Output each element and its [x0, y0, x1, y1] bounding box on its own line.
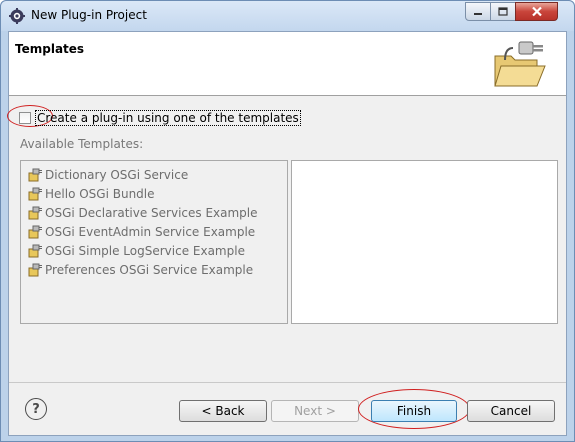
help-icon[interactable]: ? [25, 398, 47, 420]
close-icon [531, 6, 542, 17]
list-item[interactable]: Dictionary OSGi Service [27, 166, 188, 184]
list-item[interactable]: OSGi Declarative Services Example [27, 204, 258, 222]
minimize-button[interactable] [465, 2, 491, 21]
button-bar-divider [9, 382, 566, 383]
plug-in-folder-icon [494, 41, 546, 87]
plug-in-icon [28, 168, 42, 182]
cancel-button[interactable]: Cancel [467, 400, 555, 422]
use-template-checkbox[interactable] [19, 112, 31, 124]
back-button-label: < Back [201, 404, 245, 418]
finish-button[interactable]: Finish [371, 400, 457, 422]
template-description-pane [291, 160, 558, 324]
close-button[interactable] [515, 2, 558, 21]
cancel-button-label: Cancel [490, 404, 532, 418]
plug-in-icon [28, 263, 42, 277]
list-item[interactable]: OSGi Simple LogService Example [27, 242, 245, 260]
wizard-header: Templates [9, 32, 566, 96]
page-title: Templates [15, 42, 85, 56]
dialog-window: New Plug-in Project Templates Create a p… [0, 0, 575, 442]
dialog-body: Templates Create a plug-in using one of … [7, 31, 567, 436]
plug-in-icon [28, 206, 42, 220]
template-name: OSGi Simple LogService Example [45, 244, 245, 258]
title-bar[interactable]: New Plug-in Project [1, 1, 574, 31]
window-title: New Plug-in Project [31, 8, 147, 22]
template-name: Preferences OSGi Service Example [45, 263, 254, 277]
plug-in-icon [28, 244, 42, 258]
plug-in-icon [28, 187, 42, 201]
template-name: Dictionary OSGi Service [45, 168, 189, 182]
finish-button-label: Finish [396, 404, 432, 418]
template-name: Hello OSGi Bundle [45, 187, 155, 201]
list-item[interactable]: OSGi EventAdmin Service Example [27, 223, 255, 241]
back-button[interactable]: < Back [179, 400, 267, 422]
minimize-icon [474, 12, 482, 15]
eclipse-gear-icon [9, 8, 25, 24]
next-button[interactable]: Next > [271, 400, 359, 422]
list-item[interactable]: Hello OSGi Bundle [27, 185, 155, 203]
template-name: OSGi EventAdmin Service Example [45, 225, 256, 239]
plug-in-icon [28, 225, 42, 239]
maximize-icon [498, 7, 508, 16]
available-templates-label: Available Templates: [20, 137, 144, 151]
list-item[interactable]: Preferences OSGi Service Example [27, 261, 253, 279]
template-name: OSGi Declarative Services Example [45, 206, 258, 220]
maximize-button[interactable] [490, 2, 516, 21]
template-list[interactable]: Dictionary OSGi Service Hello OSGi Bundl… [20, 160, 288, 324]
next-button-label: Next > [294, 404, 336, 418]
use-template-checkbox-label[interactable]: Create a plug-in using one of the templa… [35, 110, 301, 126]
use-template-checkbox-row[interactable]: Create a plug-in using one of the templa… [19, 110, 301, 126]
